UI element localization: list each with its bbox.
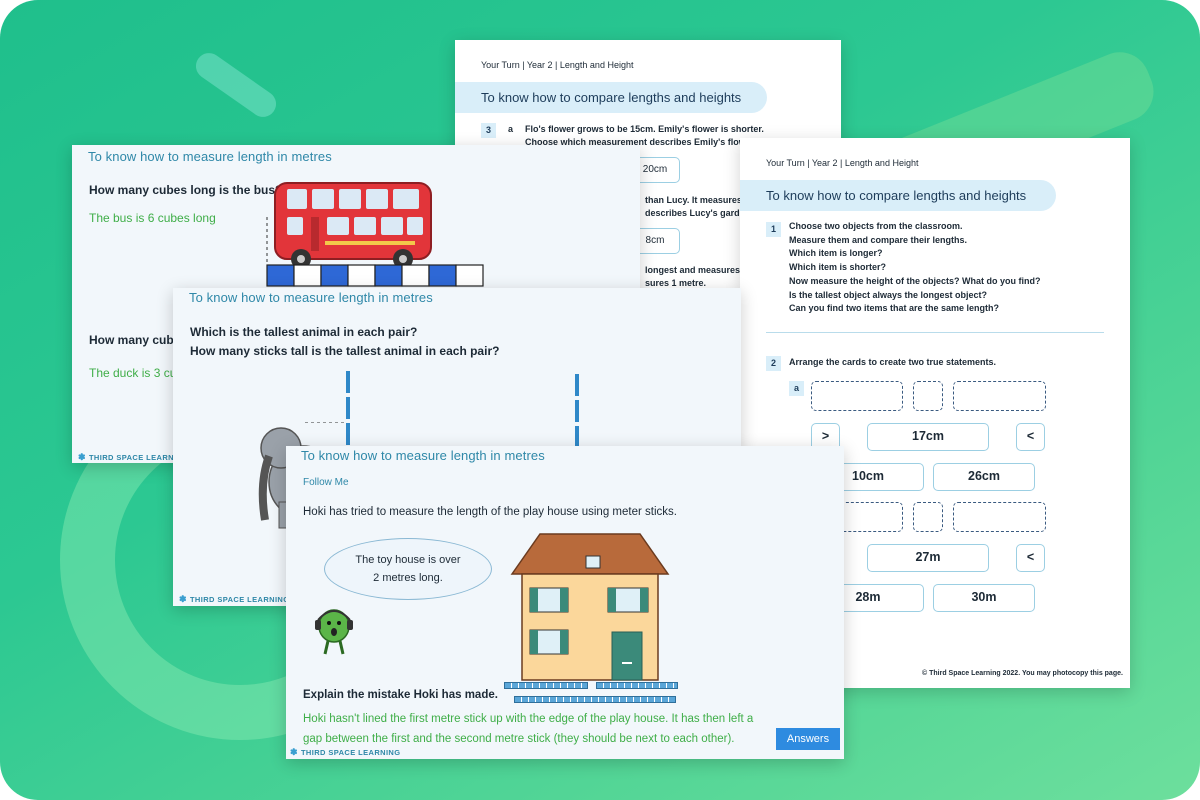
slide-answer: gap between the first and the second met… — [303, 733, 735, 745]
card-17cm[interactable]: 17cm — [867, 423, 989, 451]
card-30m[interactable]: 30m — [933, 584, 1035, 612]
worksheet-objective: To know how to compare lengths and heigh… — [740, 180, 1056, 211]
slide-question: How many cubes long is the bus? — [89, 183, 283, 197]
slide-answer: The duck is 3 cub — [89, 366, 184, 380]
copyright-footer: © Third Space Learning 2022. You may pho… — [922, 670, 1123, 677]
slide-answer: The bus is 6 cubes long — [89, 211, 216, 225]
question-letter: a — [789, 381, 804, 396]
question-line: Flo's flower grows to be 15cm. Emily's f… — [525, 124, 764, 134]
slide-title: To know how to measure length in metres — [301, 448, 545, 463]
slide-question: Explain the mistake Hoki has made. — [303, 689, 498, 701]
speech-line: 2 metres long. — [373, 572, 443, 584]
question-line: Now measure the height of the objects? W… — [789, 275, 1041, 286]
speech-line: The toy house is over — [355, 554, 461, 566]
slide-title: To know how to measure length in metres — [88, 149, 332, 164]
card-slot[interactable] — [913, 381, 943, 411]
card-27m[interactable]: 27m — [867, 544, 989, 572]
slide-title: To know how to measure length in metres — [189, 290, 433, 305]
slide-question: How many cube — [89, 333, 181, 347]
card-slot[interactable] — [953, 381, 1046, 411]
question-line: Is the tallest object always the longest… — [789, 289, 988, 300]
slide-answer: Hoki hasn't lined the first metre stick … — [303, 713, 754, 725]
logo-icon: ✽ — [179, 594, 187, 604]
metre-stick — [514, 696, 676, 703]
question-line: sures 1 metre. — [645, 278, 707, 288]
question-letter: a — [508, 124, 514, 134]
question-line: describes Lucy's garden. — [645, 208, 753, 218]
card-26cm[interactable]: 26cm — [933, 463, 1035, 491]
worksheet-objective: To know how to compare lengths and heigh… — [455, 82, 767, 113]
slide-question: How many sticks tall is the tallest anim… — [190, 344, 500, 358]
card-slot[interactable] — [953, 502, 1046, 532]
brand-text: THIRD SPACE LEARNING — [300, 748, 401, 757]
question-line: Which item is longer? — [789, 248, 883, 259]
question-line: longest and measures 3m — [645, 265, 756, 275]
section-tag: Follow Me — [303, 477, 349, 488]
section-divider — [766, 332, 1104, 333]
card-slot[interactable] — [811, 381, 903, 411]
speech-bubble: The toy house is over 2 metres long. — [324, 538, 492, 600]
brand-logo: ✽ THIRD SPACE LEARNING — [290, 747, 400, 758]
brand-text: THIRD SPACE LEARNING — [189, 595, 290, 604]
play-house-illustration — [510, 533, 670, 681]
hoki-character — [315, 609, 353, 655]
bus-illustration — [266, 182, 484, 287]
worksheet-header: Your Turn | Year 2 | Length and Height — [481, 60, 634, 70]
slide-question: Which is the tallest animal in each pair… — [190, 325, 418, 339]
brand-logo: ✽ THIRD SPACE LEARNING — [78, 452, 188, 463]
card-slot[interactable] — [913, 502, 943, 532]
answers-button[interactable]: Answers — [776, 728, 840, 750]
question-line: Can you find two items that are the same… — [789, 303, 1000, 314]
question-1-lines: Choose two objects from the classroom. M… — [789, 220, 1041, 316]
question-number: 2 — [766, 356, 781, 371]
question-line: Measure them and compare their lengths. — [789, 234, 968, 245]
background-pill-left — [190, 47, 282, 123]
logo-icon: ✽ — [290, 747, 298, 757]
question-line: Which item is shorter? — [789, 262, 887, 273]
question-2-text: Arrange the cards to create two true sta… — [789, 357, 997, 367]
card-less[interactable]: < — [1016, 544, 1045, 572]
question-number: 1 — [766, 222, 781, 237]
slide-intro: Hoki has tried to measure the length of … — [303, 506, 677, 518]
metre-stick — [596, 682, 678, 689]
worksheet-header: Your Turn | Year 2 | Length and Height — [766, 158, 919, 168]
question-line: Choose two objects from the classroom. — [789, 221, 963, 231]
logo-icon: ✽ — [78, 452, 86, 462]
slide-house: To know how to measure length in metres … — [286, 446, 844, 759]
question-number: 3 — [481, 123, 496, 138]
card-less[interactable]: < — [1016, 423, 1045, 451]
metre-stick — [504, 682, 588, 689]
brand-logo: ✽ THIRD SPACE LEARNING — [179, 594, 289, 605]
